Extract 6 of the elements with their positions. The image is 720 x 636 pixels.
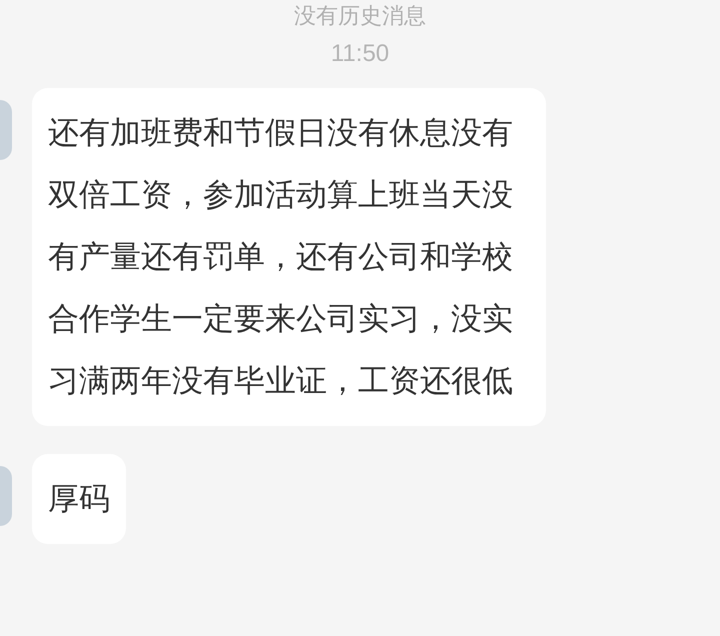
avatar[interactable]: [0, 466, 12, 526]
message-bubble: 厚码: [32, 454, 126, 544]
history-notice: 没有历史消息: [294, 3, 426, 31]
timestamp: 11:50: [330, 39, 390, 69]
message-bubble: 还有加班费和节假日没有休息没有双倍工资，参加活动算上班当天没有产量还有罚单，还有公司和学校合作学生一定要来公司实习，没实习满两年没有毕业证，工资还很低: [32, 88, 546, 426]
avatar[interactable]: [0, 100, 12, 160]
